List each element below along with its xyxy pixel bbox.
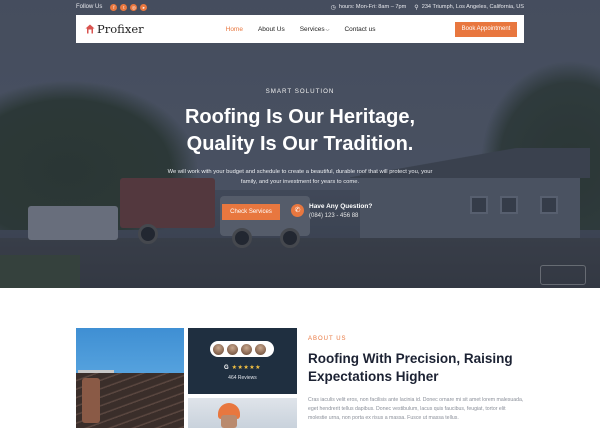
main-navbar: Profixer Home About Us Services⌵ Contact… bbox=[76, 15, 524, 43]
phone-number[interactable]: (084) 123 - 456 88 bbox=[309, 213, 358, 219]
instagram-icon[interactable]: ◎ bbox=[130, 3, 138, 11]
star-rating: ★★★★★ bbox=[231, 365, 262, 371]
nav-menu: Home About Us Services⌵ Contact us bbox=[226, 26, 391, 33]
top-bar: Follow Us f t ◎ ▸ ◷ hours: Mon-Fri: 8am … bbox=[76, 0, 524, 14]
phone-icon[interactable]: ✆ bbox=[291, 204, 304, 217]
hours-info: ◷ hours: Mon-Fri: 8am – 7pm bbox=[331, 4, 407, 11]
nav-item-about[interactable]: About Us bbox=[258, 26, 285, 33]
hours-text: hours: Mon-Fri: 8am – 7pm bbox=[338, 4, 407, 10]
avatar bbox=[226, 342, 239, 356]
check-services-button[interactable]: Check Services bbox=[222, 204, 280, 220]
roofing-worker-image bbox=[76, 328, 184, 428]
site-logo[interactable]: Profixer bbox=[85, 22, 144, 36]
about-title: Roofing With Precision, Raising Expectat… bbox=[308, 351, 513, 384]
avatar bbox=[240, 342, 253, 356]
question-label: Have Any Question? bbox=[309, 203, 373, 210]
address-info: ⚲ 234 Triumph, Los Angeles, California, … bbox=[414, 4, 524, 11]
nav-item-contact[interactable]: Contact us bbox=[344, 26, 375, 33]
avatar bbox=[254, 342, 267, 356]
nav-item-home[interactable]: Home bbox=[226, 26, 243, 33]
avatar bbox=[212, 342, 225, 356]
top-bar-info: ◷ hours: Mon-Fri: 8am – 7pm ⚲ 234 Triump… bbox=[323, 4, 524, 11]
reviewer-avatars bbox=[210, 341, 274, 357]
address-text: 234 Triumph, Los Angeles, California, US bbox=[421, 4, 524, 10]
review-card: G ★★★★★ 464 Reviews bbox=[188, 328, 297, 394]
logo-text: Profixer bbox=[97, 22, 144, 36]
hero-headline-line1: Roofing Is Our Heritage, bbox=[184, 106, 416, 128]
nav-item-services[interactable]: Services⌵ bbox=[300, 26, 330, 33]
facebook-icon[interactable]: f bbox=[110, 3, 118, 11]
hero-headline-line2: Quality Is Our Tradition. bbox=[186, 133, 414, 155]
hero-headline: Roofing Is Our Heritage, Quality Is Our … bbox=[0, 104, 600, 158]
watermark-logo bbox=[540, 265, 586, 285]
about-eyebrow: ABOUT US bbox=[308, 336, 347, 342]
chevron-down-icon: ⌵ bbox=[325, 26, 330, 33]
nav-item-services-label: Services bbox=[299, 25, 325, 33]
follow-us-label: Follow Us bbox=[76, 4, 103, 10]
hero-eyebrow: SMART SOLUTION bbox=[265, 88, 335, 95]
youtube-icon[interactable]: ▸ bbox=[140, 3, 148, 11]
hero-subtext: We will work with your budget and schedu… bbox=[167, 169, 433, 185]
about-body: Cras iaculis velit eros, non facilisis a… bbox=[308, 397, 524, 421]
book-appointment-button[interactable]: Book Appointment bbox=[455, 21, 517, 37]
worker-helmet-image bbox=[188, 398, 297, 428]
map-pin-icon: ⚲ bbox=[414, 4, 419, 11]
rating-row: G ★★★★★ bbox=[188, 364, 297, 372]
house-logo-icon bbox=[85, 24, 95, 34]
twitter-icon[interactable]: t bbox=[120, 3, 128, 11]
clock-icon: ◷ bbox=[330, 4, 336, 11]
reviews-count: 464 Reviews bbox=[228, 375, 257, 381]
google-icon: G bbox=[223, 364, 229, 371]
